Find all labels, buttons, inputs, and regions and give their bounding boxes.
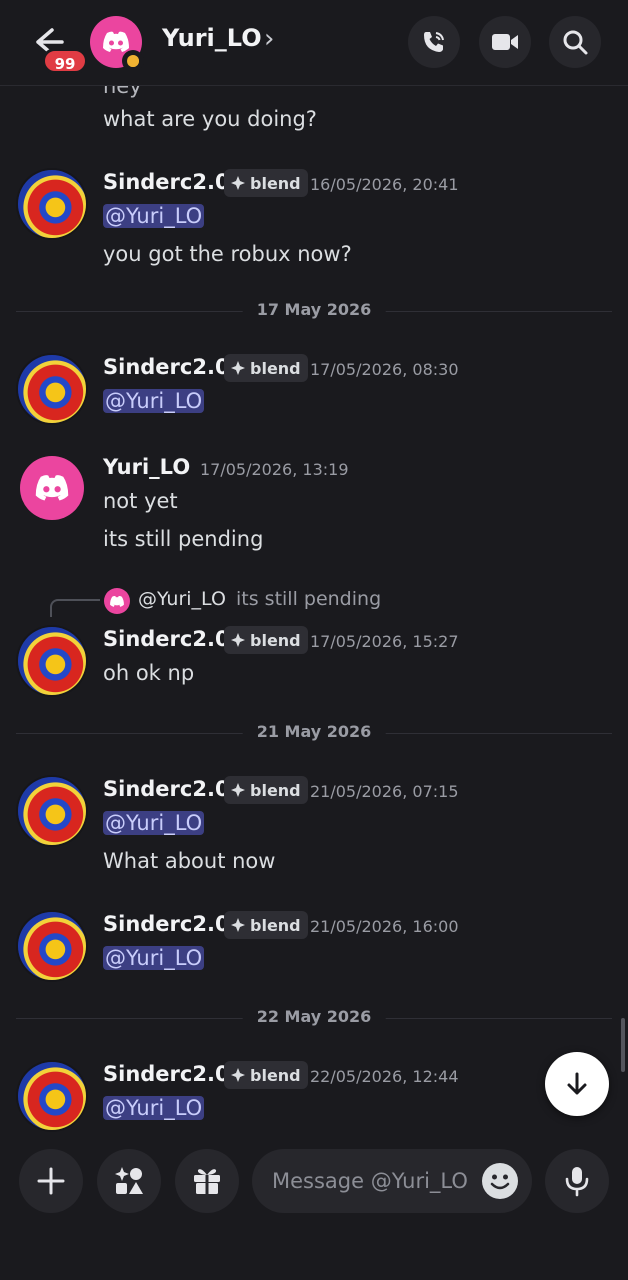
user-mention[interactable]: @Yuri_LO — [103, 946, 205, 970]
tag-diamond-icon — [231, 176, 245, 190]
reply-preview[interactable]: its still pending — [236, 588, 381, 610]
author-name[interactable]: Sinderc2.0 — [103, 170, 230, 194]
user-mention[interactable]: @Yuri_LO — [103, 204, 205, 228]
reply-avatar — [104, 588, 130, 614]
server-tag-label: blend — [250, 630, 301, 650]
date-divider-label: 17 May 2026 — [242, 300, 386, 319]
server-tag[interactable]: blend — [224, 169, 308, 197]
chat-header: 99 Yuri_LO › — [0, 0, 628, 86]
gift-button[interactable] — [175, 1149, 239, 1213]
tag-diamond-icon — [231, 361, 245, 375]
author-name[interactable]: Sinderc2.0 — [103, 627, 230, 651]
gift-icon — [194, 1169, 220, 1194]
server-tag[interactable]: blend — [224, 911, 308, 939]
server-tag-label: blend — [250, 173, 301, 193]
user-mention[interactable]: @Yuri_LO — [103, 389, 205, 413]
author-name[interactable]: Sinderc2.0 — [103, 777, 230, 801]
author-name[interactable]: Yuri_LO — [103, 455, 190, 479]
tag-diamond-icon — [231, 918, 245, 932]
chat-title[interactable]: Yuri_LO — [162, 24, 262, 52]
discord-logo-icon — [103, 31, 129, 52]
unread-badge: 99 — [42, 48, 88, 74]
idle-status-icon — [122, 50, 144, 72]
arrow-down-icon — [567, 1072, 587, 1095]
date-divider: 21 May 2026 — [16, 722, 612, 741]
timestamp: 16/05/2026, 20:41 — [310, 175, 459, 194]
message-text: its still pending — [103, 527, 264, 551]
timestamp: 21/05/2026, 07:15 — [310, 782, 459, 801]
date-divider-label: 22 May 2026 — [242, 1007, 386, 1026]
avatar[interactable] — [18, 912, 86, 980]
avatar[interactable] — [18, 355, 86, 423]
apps-button[interactable] — [97, 1149, 161, 1213]
message-input-wrapper[interactable] — [252, 1149, 532, 1213]
message-input[interactable] — [272, 1169, 472, 1193]
video-icon — [492, 34, 518, 50]
chevron-right-icon[interactable]: › — [264, 24, 274, 54]
message-text: What about now — [103, 849, 276, 873]
avatar[interactable] — [18, 627, 86, 695]
voice-message-button[interactable] — [545, 1149, 609, 1213]
tag-diamond-icon — [231, 633, 245, 647]
user-mention[interactable]: @Yuri_LO — [103, 1096, 205, 1120]
message-composer — [0, 1134, 628, 1280]
date-divider-label: 21 May 2026 — [242, 722, 386, 741]
user-mention[interactable]: @Yuri_LO — [103, 811, 205, 835]
emoji-icon — [490, 1174, 510, 1190]
avatar[interactable] — [18, 170, 86, 238]
timestamp: 22/05/2026, 12:44 — [310, 1067, 459, 1086]
server-tag-label: blend — [250, 915, 301, 935]
discord-logo-icon — [110, 595, 124, 607]
tag-diamond-icon — [231, 783, 245, 797]
timestamp: 17/05/2026, 15:27 — [310, 632, 459, 651]
author-name[interactable]: Sinderc2.0 — [103, 1062, 230, 1086]
server-tag-label: blend — [250, 358, 301, 378]
message-text: what are you doing? — [103, 107, 317, 131]
server-tag[interactable]: blend — [224, 354, 308, 382]
scrollbar[interactable] — [621, 1018, 625, 1072]
date-divider: 17 May 2026 — [16, 300, 612, 319]
emoji-button[interactable] — [482, 1163, 518, 1199]
message-text: oh ok np — [103, 661, 195, 685]
author-name[interactable]: Sinderc2.0 — [103, 355, 230, 379]
timestamp: 17/05/2026, 08:30 — [310, 360, 459, 379]
reply-author[interactable]: @Yuri_LO — [138, 588, 226, 610]
server-tag-label: blend — [250, 1065, 301, 1085]
search-icon — [563, 30, 588, 55]
phone-icon — [424, 32, 444, 52]
server-tag[interactable]: blend — [224, 1061, 308, 1089]
voice-call-button[interactable] — [408, 16, 460, 68]
author-name[interactable]: Sinderc2.0 — [103, 912, 230, 936]
tag-diamond-icon — [231, 1068, 245, 1082]
server-tag[interactable]: blend — [224, 776, 308, 804]
message-text: you got the robux now? — [103, 242, 352, 266]
timestamp: 21/05/2026, 16:00 — [310, 917, 459, 936]
attach-button[interactable] — [19, 1149, 83, 1213]
avatar[interactable] — [20, 456, 84, 520]
discord-logo-icon — [35, 475, 69, 501]
timestamp: 17/05/2026, 13:19 — [200, 460, 349, 479]
apps-icon — [115, 1167, 143, 1194]
date-divider: 22 May 2026 — [16, 1007, 612, 1026]
plus-icon — [37, 1167, 65, 1195]
message-text: not yet — [103, 489, 178, 513]
reply-connector — [50, 599, 100, 617]
server-tag[interactable]: blend — [224, 626, 308, 654]
server-tag-label: blend — [250, 780, 301, 800]
message-list[interactable]: hey what are you doing? Sinderc2.0 blend… — [0, 86, 628, 1134]
avatar[interactable] — [18, 777, 86, 845]
message-text: hey — [103, 86, 142, 98]
video-call-button[interactable] — [479, 16, 531, 68]
search-button[interactable] — [549, 16, 601, 68]
avatar[interactable] — [18, 1062, 86, 1130]
microphone-icon — [565, 1167, 589, 1197]
jump-to-present-button[interactable] — [545, 1052, 609, 1116]
